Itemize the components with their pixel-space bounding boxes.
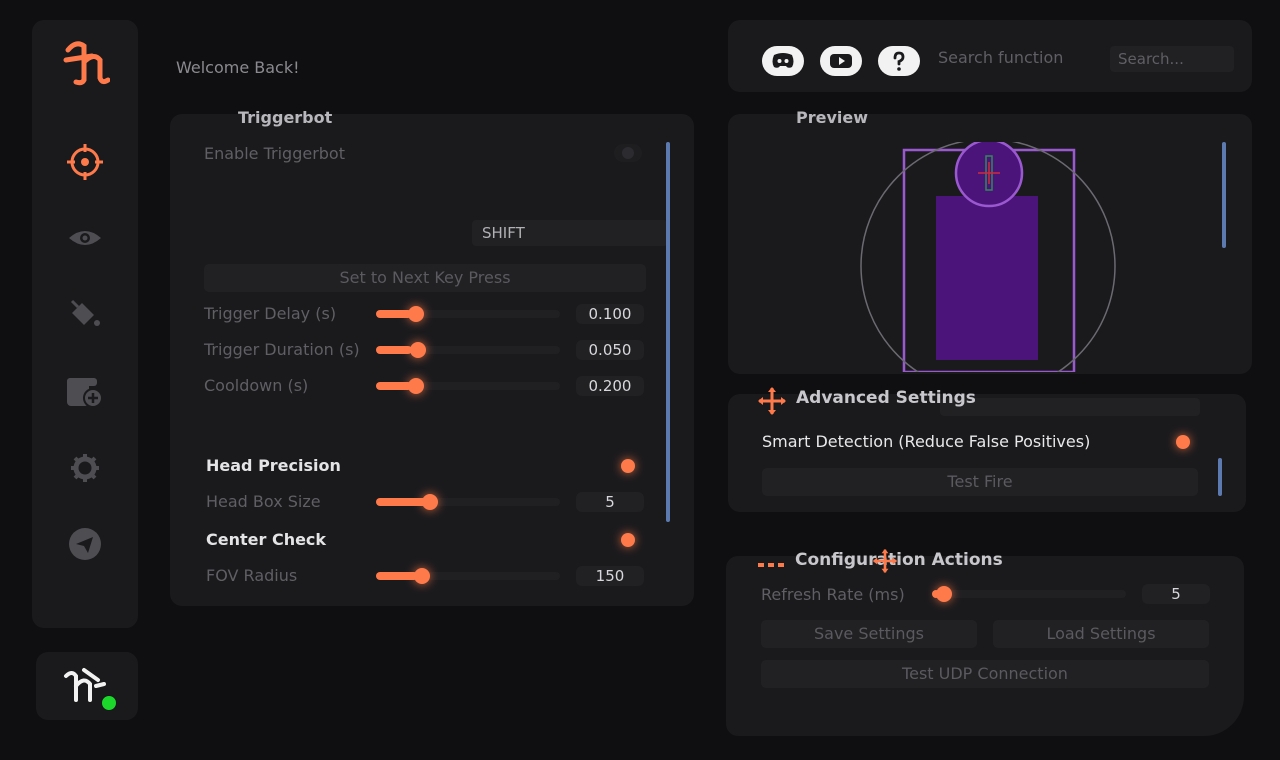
slider-fill [376, 382, 412, 390]
trigger-duration-value[interactable]: 0.050 [576, 340, 644, 360]
sidebar-item-colors[interactable] [65, 294, 105, 334]
enable-triggerbot-toggle[interactable] [614, 144, 642, 162]
test-fire-button[interactable]: Test Fire [762, 468, 1198, 496]
slider-fill [376, 572, 418, 580]
head-box-size-value[interactable]: 5 [576, 492, 644, 512]
smart-detection-toggle[interactable] [1172, 431, 1194, 453]
refresh-rate-label: Refresh Rate (ms) [761, 585, 905, 604]
head-precision-label: Head Precision [206, 456, 341, 475]
move-icon [872, 548, 898, 574]
head-box-size-slider[interactable] [376, 494, 560, 510]
search-input[interactable] [1110, 46, 1234, 72]
slider-knob[interactable] [410, 342, 426, 358]
refresh-rate-slider[interactable] [932, 586, 1126, 602]
send-icon [69, 528, 101, 560]
sidebar-item-aim[interactable] [65, 142, 105, 182]
refresh-rate-value[interactable]: 5 [1142, 584, 1210, 604]
test-udp-connection-button[interactable]: Test UDP Connection [761, 660, 1209, 688]
discord-icon [772, 53, 794, 68]
move-icon [758, 387, 786, 415]
slider-fill [376, 346, 412, 354]
triggerbot-panel: Triggerbot Enable Triggerbot SHIFT Set t… [170, 108, 694, 606]
configuration-actions-title: Configuration Actions [795, 550, 1003, 570]
preview-panel: Preview [728, 108, 1252, 374]
crosshair-icon [67, 144, 103, 180]
sidebar-item-settings[interactable] [65, 448, 105, 488]
advanced-scrollbar[interactable] [1218, 458, 1222, 496]
preview-canvas [860, 142, 1116, 372]
user-status-card[interactable] [36, 652, 138, 720]
youtube-button[interactable] [820, 46, 862, 76]
youtube-icon [830, 54, 852, 68]
paint-bucket-icon [70, 299, 100, 326]
slider-knob[interactable] [408, 306, 424, 322]
slider-knob[interactable] [936, 586, 952, 602]
search-label: Search function [938, 48, 1064, 67]
cooldown-value[interactable]: 0.200 [576, 376, 644, 396]
preview-scrollbar[interactable] [1222, 142, 1226, 248]
trigger-delay-slider[interactable] [376, 306, 560, 322]
slider-fill [376, 498, 428, 506]
fov-radius-label: FOV Radius [206, 566, 298, 585]
configuration-actions-panel: Configuration Actions Refresh Rate (ms) … [726, 548, 1244, 736]
gear-icon [71, 454, 99, 482]
triggerbot-title: Triggerbot [238, 108, 333, 127]
header-bar: Search function [728, 20, 1252, 92]
discord-button[interactable] [762, 46, 804, 76]
help-button[interactable] [878, 46, 920, 76]
load-settings-button[interactable]: Load Settings [993, 620, 1209, 648]
head-precision-toggle[interactable] [617, 455, 639, 477]
cooldown-slider[interactable] [376, 378, 560, 394]
app-logo [58, 34, 114, 90]
slider-knob[interactable] [422, 494, 438, 510]
center-check-label: Center Check [206, 530, 327, 549]
fov-radius-slider[interactable] [376, 568, 560, 584]
trigger-key-field[interactable]: SHIFT [472, 220, 668, 246]
config-add-icon [67, 378, 103, 408]
enable-triggerbot-label: Enable Triggerbot [204, 144, 345, 163]
advanced-settings-title: Advanced Settings [796, 388, 976, 408]
set-key-button[interactable]: Set to Next Key Press [204, 264, 646, 292]
slider-fill [376, 310, 412, 318]
head-box-size-label: Head Box Size [206, 492, 321, 511]
eye-icon [69, 231, 101, 245]
sidebar-item-visuals[interactable] [65, 218, 105, 258]
triggerbot-scrollbar[interactable] [666, 142, 670, 522]
more-icon [758, 563, 784, 567]
cooldown-label: Cooldown (s) [204, 376, 309, 395]
trigger-delay-label: Trigger Delay (s) [204, 304, 337, 323]
advanced-settings-panel: ▔▔▔▔ Advanced Settings Smart Detection (… [728, 387, 1246, 512]
online-status-dot [100, 694, 118, 712]
trigger-delay-value[interactable]: 0.100 [576, 304, 644, 324]
sidebar [32, 20, 138, 628]
help-icon [893, 51, 905, 71]
save-settings-button[interactable]: Save Settings [761, 620, 977, 648]
sidebar-item-telegram[interactable] [65, 524, 105, 564]
trigger-duration-label: Trigger Duration (s) [204, 340, 360, 359]
welcome-text: Welcome Back! [176, 58, 300, 77]
sidebar-item-configs[interactable] [65, 372, 105, 412]
trigger-duration-slider[interactable] [376, 342, 560, 358]
slider-knob[interactable] [408, 378, 424, 394]
slider-knob[interactable] [414, 568, 430, 584]
fov-radius-value[interactable]: 150 [576, 566, 644, 586]
smart-detection-label: Smart Detection (Reduce False Positives) [762, 432, 1091, 451]
clipped-field[interactable] [940, 398, 1200, 416]
target-body [936, 196, 1038, 360]
preview-title: Preview [796, 108, 869, 127]
center-check-toggle[interactable] [617, 529, 639, 551]
